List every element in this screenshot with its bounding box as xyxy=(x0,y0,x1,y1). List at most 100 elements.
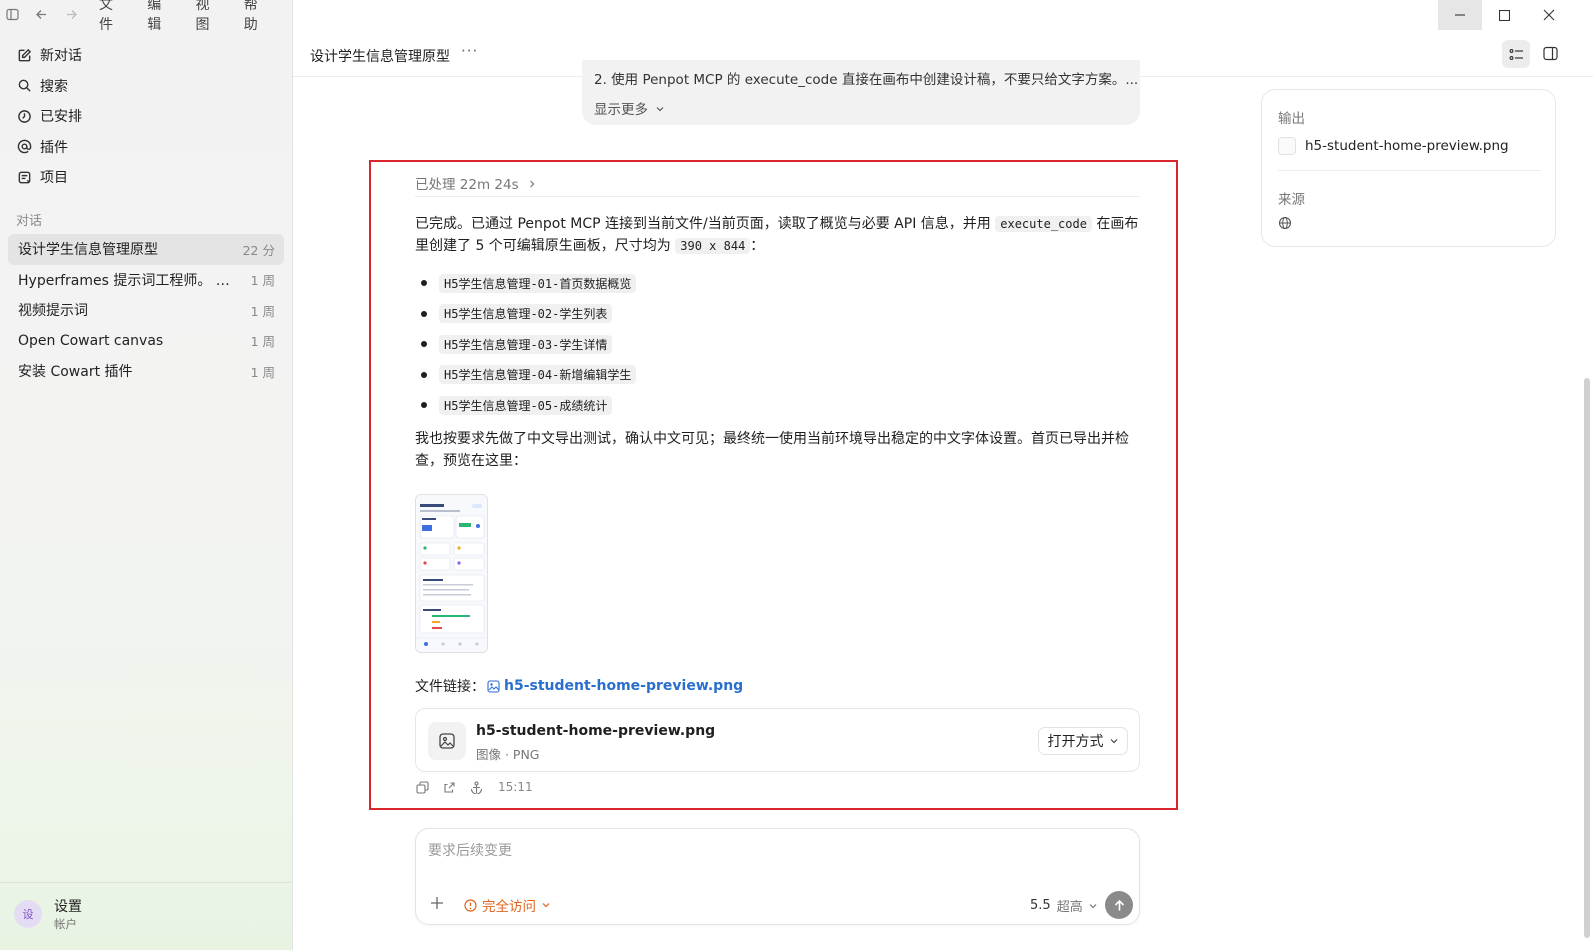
file-attachment-card[interactable]: h5-student-home-preview.png 图像 · PNG 打开方… xyxy=(415,708,1140,772)
conversation-list: 设计学生信息管理原型 22 分 Hyperframes 提示词工程师。 我要..… xyxy=(8,234,284,387)
preview-thumbnail[interactable] xyxy=(415,494,488,653)
conversation-age: 1 周 xyxy=(250,273,275,289)
conversation-age: 1 周 xyxy=(250,334,275,350)
image-icon xyxy=(487,679,500,693)
model-version: 5.5 xyxy=(1030,898,1051,913)
search-icon xyxy=(18,79,31,92)
send-button[interactable] xyxy=(1105,891,1133,919)
conversation-title: Hyperframes 提示词工程师。 我要... xyxy=(18,272,243,289)
conversation-age: 1 周 xyxy=(250,364,275,380)
image-file-icon xyxy=(428,722,466,760)
access-mode-label: 完全访问 xyxy=(482,899,536,915)
minimize-button[interactable] xyxy=(1438,0,1482,30)
list-item: H5学生信息管理-05-成绩统计 xyxy=(415,390,636,421)
more-options-button[interactable]: ··· xyxy=(461,42,478,60)
list-icon xyxy=(1509,48,1523,60)
composer: 完全访问 5.5 超高 xyxy=(415,828,1140,925)
board-list: H5学生信息管理-01-首页数据概览 H5学生信息管理-02-学生列表 H5学生… xyxy=(415,268,637,421)
conversation-item[interactable]: 视频提示词 1 周 xyxy=(8,295,284,326)
conversation-title: 视频提示词 xyxy=(18,303,88,320)
intro-text-1: 已完成。已通过 Penpot MCP 连接到当前文件/当前页面，读取了概览与必要… xyxy=(415,216,991,232)
share-icon[interactable] xyxy=(442,780,456,794)
clock-icon xyxy=(18,109,31,123)
main-panel: 设计学生信息管理原型 ··· 2. 使用 Penpot MCP 的 execut… xyxy=(293,0,1593,950)
add-attachment-button[interactable] xyxy=(430,893,444,913)
chevron-down-icon xyxy=(1089,903,1097,908)
sidebar-item-plugins[interactable]: 插件 xyxy=(8,132,284,163)
maximize-icon xyxy=(1498,9,1510,21)
sidebar-toggle-icon[interactable] xyxy=(5,6,20,22)
output-file-name: h5-student-home-preview.png xyxy=(1305,138,1509,154)
message-time: 15:11 xyxy=(498,780,533,794)
maximize-button[interactable] xyxy=(1482,0,1526,30)
access-mode-button[interactable]: 完全访问 xyxy=(464,895,551,915)
settings-label[interactable]: 设置 xyxy=(54,896,82,916)
conversation-item-active[interactable]: 设计学生信息管理原型 22 分 xyxy=(8,234,284,265)
menu-edit[interactable]: 编辑 xyxy=(147,0,173,34)
close-icon xyxy=(1543,9,1555,21)
menu-help[interactable]: 帮助 xyxy=(244,0,270,34)
menu-file[interactable]: 文件 xyxy=(99,0,125,34)
scrollbar[interactable] xyxy=(1581,78,1593,950)
divider xyxy=(1278,170,1541,171)
avatar[interactable]: 设 xyxy=(14,900,42,928)
sidebar-item-search[interactable]: 搜索 xyxy=(8,71,284,102)
menu-view[interactable]: 视图 xyxy=(196,0,222,34)
arrow-up-icon xyxy=(1114,899,1124,910)
file-type: 图像 · PNG xyxy=(476,747,540,762)
list-item: H5学生信息管理-04-新增编辑学生 xyxy=(415,360,637,391)
chevron-down-icon xyxy=(542,903,550,908)
sidebar-footer[interactable]: 设 设置 帐户 xyxy=(0,882,293,950)
output-label: 输出 xyxy=(1278,111,1305,127)
user-message-text: 2. 使用 Penpot MCP 的 execute_code 直接在画布中创建… xyxy=(594,72,1139,88)
sidebar-item-projects[interactable]: 项目 xyxy=(8,162,284,193)
response-para-2: 我也按要求先做了中文导出测试，确认中文可见；最终统一使用当前环境导出稳定的中文字… xyxy=(415,431,1129,469)
sidebar-item-label: 搜索 xyxy=(40,78,68,95)
conversation-title: 设计学生信息管理原型 xyxy=(18,242,158,259)
board-name: H5学生信息管理-05-成绩统计 xyxy=(439,395,613,415)
inline-code: 390 x 844 xyxy=(675,238,751,254)
conversation-item[interactable]: Open Cowart canvas 1 周 xyxy=(8,326,284,357)
output-file-item[interactable]: h5-student-home-preview.png xyxy=(1278,137,1509,155)
forward-arrow-icon[interactable] xyxy=(64,6,79,22)
conversation-age: 22 分 xyxy=(242,242,275,258)
conversation-title: Open Cowart canvas xyxy=(18,332,164,349)
board-name: H5学生信息管理-01-首页数据概览 xyxy=(439,273,637,293)
conversation-item[interactable]: 安装 Cowart 插件 1 周 xyxy=(8,356,284,387)
model-selector[interactable]: 5.5 超高 xyxy=(1030,896,1098,915)
anchor-icon[interactable] xyxy=(469,780,483,794)
show-more-button[interactable]: 显示更多 xyxy=(594,98,665,118)
panel-icon xyxy=(1542,46,1558,60)
file-link[interactable]: h5-student-home-preview.png xyxy=(504,678,743,694)
list-item: H5学生信息管理-03-学生详情 xyxy=(415,329,636,360)
edit-icon xyxy=(18,48,32,62)
processed-duration-toggle[interactable]: 已处理 22m 24s xyxy=(415,173,537,193)
open-with-button[interactable]: 打开方式 xyxy=(1038,727,1128,755)
sidebar-item-scheduled[interactable]: 已安排 xyxy=(8,101,284,132)
chevron-down-icon xyxy=(1110,739,1117,744)
list-item: H5学生信息管理-02-学生列表 xyxy=(415,299,636,330)
title-bar: 文件 编辑 视图 帮助 xyxy=(0,0,292,33)
quality-level: 超高 xyxy=(1056,900,1083,915)
file-name: h5-student-home-preview.png xyxy=(476,723,716,739)
globe-icon[interactable] xyxy=(1278,216,1292,234)
close-button[interactable] xyxy=(1527,0,1571,30)
processed-label: 已处理 22m 24s xyxy=(415,177,519,193)
at-icon xyxy=(17,139,32,154)
follow-up-input[interactable] xyxy=(428,843,1118,859)
sidebar-item-label: 已安排 xyxy=(40,109,82,126)
task-list-toggle-button[interactable] xyxy=(1502,40,1530,68)
account-label: 帐户 xyxy=(54,917,77,931)
preview-image xyxy=(416,495,487,652)
plus-icon xyxy=(431,897,443,909)
intro-text-3: ： xyxy=(750,238,765,254)
side-panel-toggle-button[interactable] xyxy=(1541,44,1559,62)
scrollbar-thumb[interactable] xyxy=(1584,378,1590,938)
image-file-icon xyxy=(1278,137,1296,155)
back-arrow-icon[interactable] xyxy=(34,6,49,22)
folder-icon xyxy=(18,171,31,184)
chevron-right-icon xyxy=(529,180,535,188)
conversation-item[interactable]: Hyperframes 提示词工程师。 我要... 1 周 xyxy=(8,265,284,296)
sidebar-item-new-chat[interactable]: 新对话 xyxy=(8,40,284,71)
copy-icon[interactable] xyxy=(415,780,429,794)
